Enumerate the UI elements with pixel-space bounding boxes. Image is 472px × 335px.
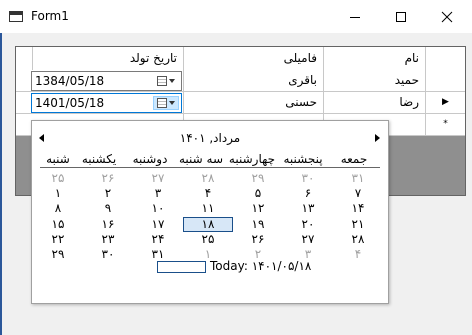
calendar-day[interactable]: ۲۶: [83, 171, 133, 186]
calendar-day[interactable]: ۲۲: [33, 232, 83, 247]
cell-last-name[interactable]: حسنی: [183, 92, 323, 113]
calendar-day[interactable]: ۸: [33, 201, 83, 216]
dropdown-button[interactable]: [153, 74, 179, 88]
current-row-indicator[interactable]: ▶: [425, 92, 465, 113]
calendar-day[interactable]: ۳۱: [333, 171, 383, 186]
close-button[interactable]: [424, 0, 470, 33]
header-filler: [16, 47, 32, 70]
maximize-button[interactable]: [378, 0, 424, 33]
calendar-day[interactable]: ۱۷: [133, 217, 183, 232]
calendar-day[interactable]: ۲۹: [33, 247, 83, 262]
calendar-day[interactable]: ۳۰: [83, 247, 133, 262]
window-left-edge: [0, 33, 2, 335]
calendar-day[interactable]: ۳۱: [133, 247, 183, 262]
calendar-day[interactable]: ۷: [333, 186, 383, 201]
weekday-label: جمعه: [340, 152, 368, 166]
calendar-month-title[interactable]: مرداد, ۱۴۰۱: [32, 131, 388, 147]
calendar-day[interactable]: ۲۵: [33, 171, 83, 186]
dropdown-button[interactable]: [153, 96, 179, 110]
header-corner[interactable]: [425, 47, 465, 70]
calendar-day[interactable]: ۱۹: [233, 217, 283, 232]
calendar-day[interactable]: ۱۵: [33, 217, 83, 232]
calendar-day[interactable]: ۱۴: [333, 201, 383, 216]
close-icon: [441, 11, 453, 22]
grid-header: تاریخ تولد فامیلی نام: [16, 47, 465, 71]
column-header-first-name[interactable]: نام: [323, 47, 425, 70]
calendar-day[interactable]: ۲۴: [133, 232, 183, 247]
calendar-day[interactable]: ۱۰: [133, 201, 183, 216]
calendar-day[interactable]: ۱: [33, 186, 83, 201]
calendar-day[interactable]: ۳: [133, 186, 183, 201]
calendar-day[interactable]: ۳۰: [283, 171, 333, 186]
chevron-down-icon: [169, 101, 175, 105]
calendar-day[interactable]: ۲۷: [283, 232, 333, 247]
calendar-day[interactable]: ۲۹: [233, 171, 283, 186]
birth-date-picker[interactable]: 1384/05/18: [31, 71, 182, 91]
calendar-day[interactable]: ۲۶: [233, 232, 283, 247]
row-header[interactable]: [425, 70, 465, 91]
birth-date-picker-active[interactable]: 1401/05/18: [31, 93, 182, 113]
row-filler: [16, 70, 32, 91]
calendar-day[interactable]: ۲۱: [333, 217, 383, 232]
calendar-day[interactable]: ۱۶: [83, 217, 133, 232]
weekday-label: پنجشنبه: [283, 152, 323, 166]
new-row-indicator[interactable]: *: [425, 114, 465, 135]
weekday-divider: [40, 167, 380, 168]
calendar-day[interactable]: ۴: [183, 186, 233, 201]
calendar-day[interactable]: ۶: [283, 186, 333, 201]
today-link[interactable]: Today: ۱۴۰۱/۰۵/۱۸: [210, 259, 311, 273]
calendar-day[interactable]: ۱۱: [183, 201, 233, 216]
calendar-day[interactable]: ۲۳: [83, 232, 133, 247]
birth-date-value: 1384/05/18: [35, 74, 105, 88]
column-header-birth-date[interactable]: تاریخ تولد: [32, 47, 183, 70]
calendar-day[interactable]: ۱۳: [283, 201, 333, 216]
calendar-icon: [157, 98, 167, 108]
calendar-day[interactable]: ۲۸: [333, 232, 383, 247]
cell-last-name[interactable]: باقری: [183, 70, 323, 91]
weekday-label: دوشنبه: [132, 152, 168, 166]
calendar-day[interactable]: ۴: [333, 247, 383, 262]
calendar-icon: [157, 76, 167, 86]
column-header-last-name[interactable]: فامیلی: [183, 47, 323, 70]
minimize-icon: [350, 16, 360, 18]
calendar-day[interactable]: ۹: [83, 201, 133, 216]
app-icon[interactable]: [9, 11, 23, 22]
row-filler: [16, 92, 32, 113]
birth-date-value: 1401/05/18: [35, 96, 105, 110]
title-bar: Form1: [0, 0, 472, 33]
weekday-label: چهارشنبه: [228, 152, 276, 166]
maximize-icon: [396, 11, 406, 22]
calendar-dropdown[interactable]: مرداد, ۱۴۰۱ جمعه پنجشنبه چهارشنبه سه شنب…: [31, 120, 389, 304]
today-marker: [157, 261, 206, 273]
calendar-day[interactable]: ۵: [233, 186, 283, 201]
next-month-icon[interactable]: [375, 134, 380, 142]
minimize-button[interactable]: [332, 0, 378, 33]
calendar-day[interactable]: ۲۷: [133, 171, 183, 186]
calendar-day-selected[interactable]: ۱۸: [183, 216, 233, 232]
calendar-day[interactable]: ۲۵: [183, 232, 233, 247]
weekday-label: سه شنبه: [178, 152, 224, 166]
chevron-down-icon: [169, 79, 175, 83]
calendar-day[interactable]: ۱۲: [233, 201, 283, 216]
calendar-day[interactable]: ۲۰: [283, 217, 333, 232]
cell-first-name[interactable]: رضا: [323, 92, 425, 113]
cell-first-name[interactable]: حمید: [323, 70, 425, 91]
calendar-day[interactable]: ۲: [83, 186, 133, 201]
form-client-area: تاریخ تولد فامیلی نام باقری حمید حسنی رض…: [0, 33, 472, 335]
window-title: Form1: [31, 9, 69, 23]
calendar-day[interactable]: ۲۸: [183, 171, 233, 186]
weekday-label: شنبه: [46, 152, 70, 166]
